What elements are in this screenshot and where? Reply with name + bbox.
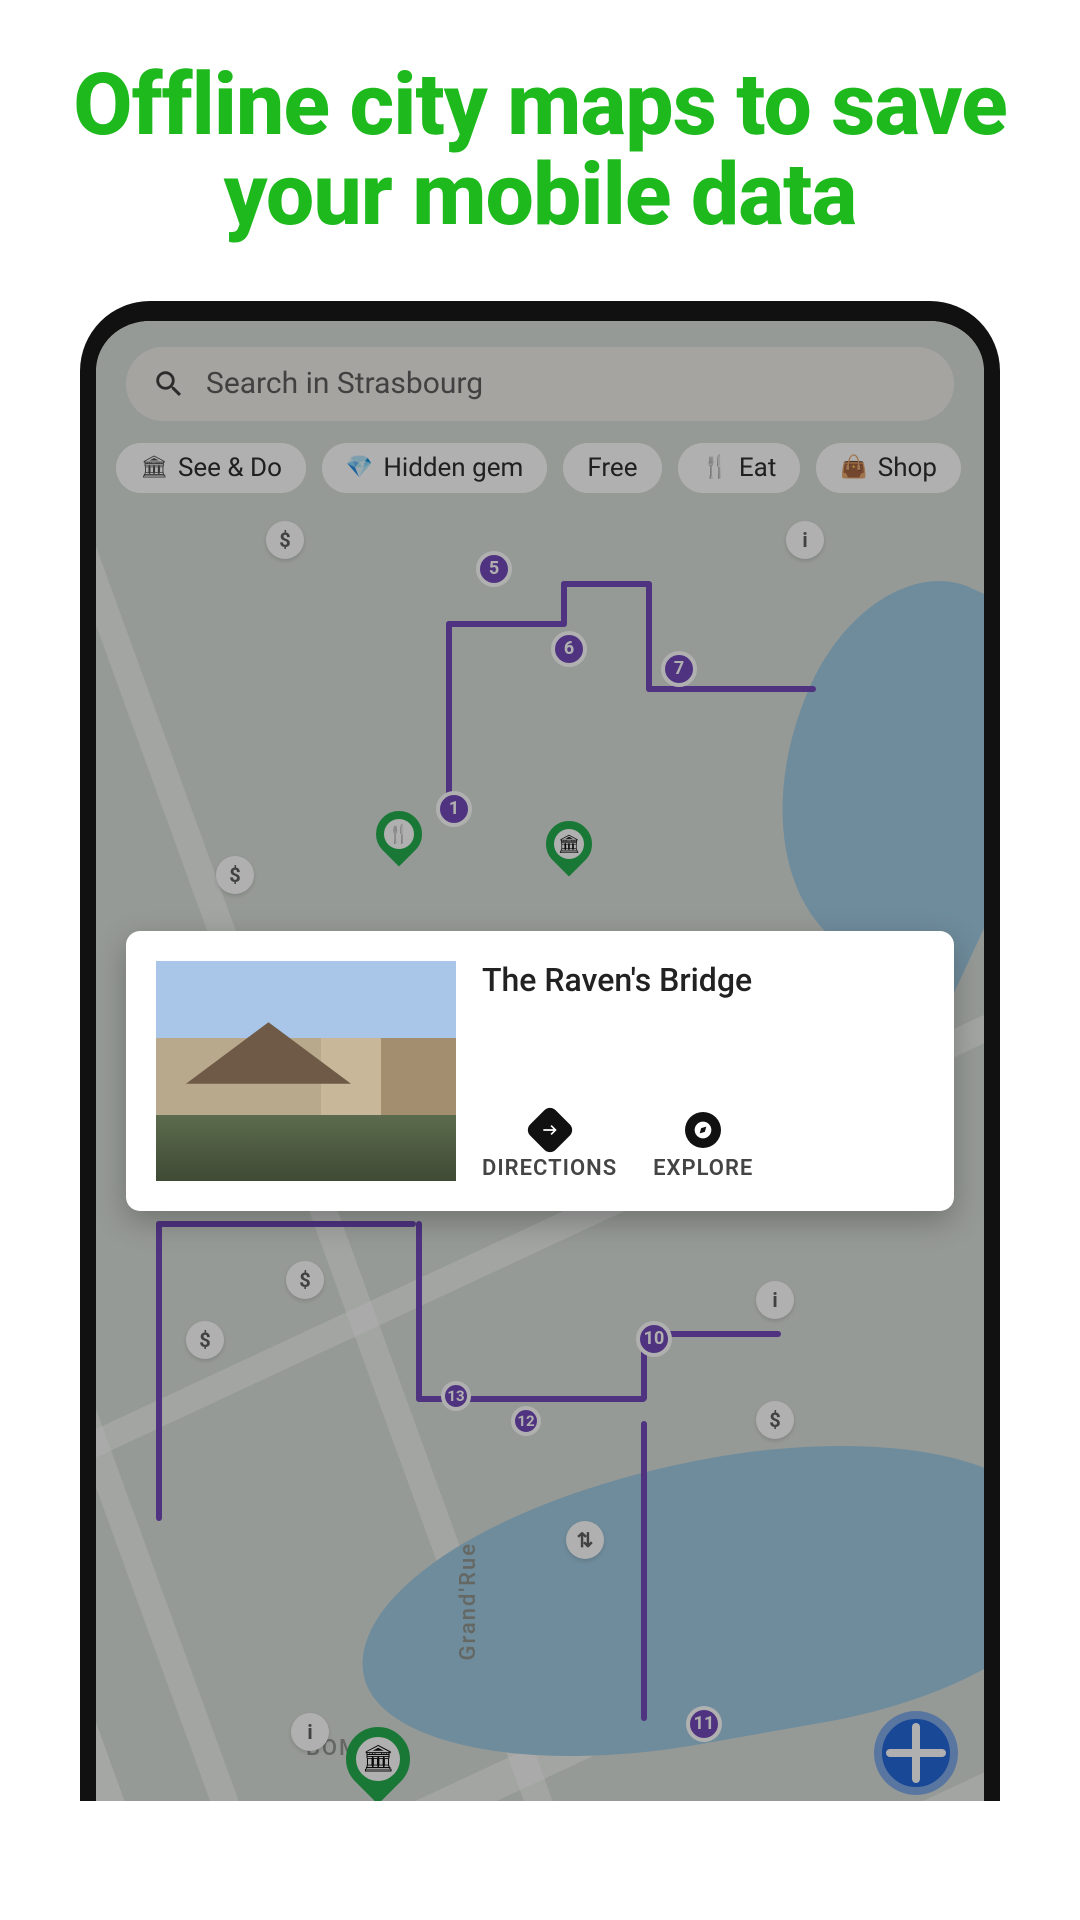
map-marker-crossing[interactable]: ⇅ [566, 1521, 604, 1559]
map-marker-dollar[interactable]: $ [216, 856, 254, 894]
explore-button[interactable]: EXPLORE [653, 1112, 753, 1181]
route-stop-1[interactable]: 1 [436, 791, 472, 827]
chip-label: Shop [878, 453, 937, 483]
chip-eat[interactable]: 🍴 Eat [678, 443, 801, 493]
poi-card[interactable]: The Raven's Bridge DIRECTIONS EXPLORE [126, 931, 954, 1211]
directions-label: DIRECTIONS [482, 1156, 617, 1181]
directions-button[interactable]: DIRECTIONS [482, 1112, 617, 1181]
map-marker-dollar[interactable]: $ [266, 521, 304, 559]
gem-icon: 💎 [346, 455, 373, 480]
map-label-grandrue: Grand'Rue [456, 1542, 481, 1660]
search-icon [152, 367, 186, 401]
route-stop-5[interactable]: 5 [476, 551, 512, 587]
map-marker-info[interactable]: i [756, 1281, 794, 1319]
fork-icon: 🍴 [702, 455, 729, 480]
route-stop-11[interactable]: 11 [686, 1706, 722, 1742]
compass-icon [685, 1112, 721, 1148]
search-input[interactable]: Search in Strasbourg [126, 347, 954, 421]
map-marker-dollar[interactable]: $ [756, 1401, 794, 1439]
recenter-button[interactable] [874, 1711, 958, 1795]
chip-label: Eat [739, 453, 776, 483]
bag-icon: 👜 [840, 455, 867, 480]
chip-see-do[interactable]: 🏛 See & Do [116, 443, 306, 493]
map-marker-info[interactable]: i [786, 521, 824, 559]
device-frame: BOMA Grand'Rue 1 5 6 7 10 11 12 13 🍴 🏛 🏛… [80, 301, 1000, 1801]
route-stop-7[interactable]: 7 [661, 651, 697, 687]
map-marker-dollar[interactable]: $ [186, 1321, 224, 1359]
museum-icon: 🏛 [554, 829, 584, 859]
search-placeholder: Search in Strasbourg [206, 366, 483, 401]
explore-label: EXPLORE [653, 1156, 753, 1181]
chip-hidden-gem[interactable]: 💎 Hidden gem [322, 443, 547, 493]
poi-title: The Raven's Bridge [482, 961, 924, 999]
filter-chips-row: 🏛 See & Do 💎 Hidden gem Free 🍴 Eat 👜 Sho… [116, 443, 984, 493]
map-marker-dollar[interactable]: $ [286, 1261, 324, 1299]
chip-label: Hidden gem [383, 453, 523, 483]
poi-thumbnail [156, 961, 456, 1181]
route-stop-13[interactable]: 13 [441, 1381, 471, 1411]
museum-icon: 🏛 [356, 1737, 400, 1781]
route-stop-10[interactable]: 10 [636, 1321, 672, 1357]
chip-free[interactable]: Free [563, 443, 661, 493]
fork-icon: 🍴 [384, 819, 414, 849]
directions-icon [524, 1104, 575, 1155]
museum-icon: 🏛 [140, 455, 168, 480]
chip-shop[interactable]: 👜 Shop [816, 443, 961, 493]
device-screen: BOMA Grand'Rue 1 5 6 7 10 11 12 13 🍴 🏛 🏛… [96, 321, 984, 1801]
chip-label: Free [587, 453, 637, 483]
chip-label: See & Do [178, 453, 282, 483]
route-stop-6[interactable]: 6 [551, 631, 587, 667]
promo-headline: Offline city maps to save your mobile da… [0, 0, 1080, 271]
route-stop-12[interactable]: 12 [511, 1406, 541, 1436]
map-marker-info[interactable]: i [291, 1713, 329, 1751]
